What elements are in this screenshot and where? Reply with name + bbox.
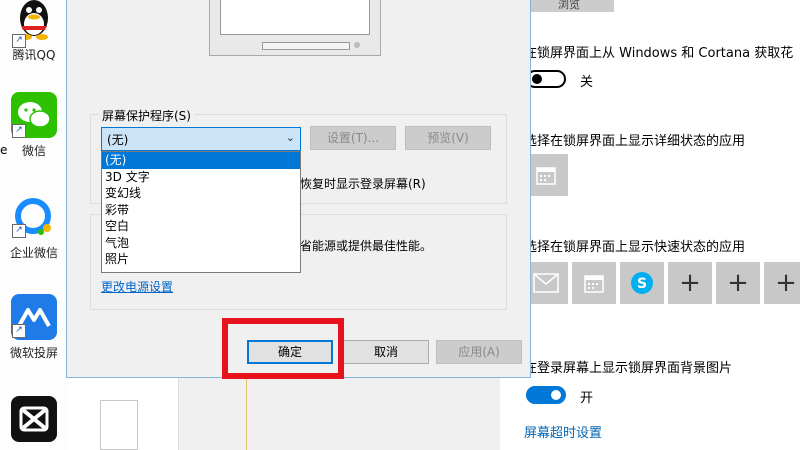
desktop-icon-qq[interactable]: ↗ 腾讯QQ <box>0 0 68 63</box>
fun-facts-state: 关 <box>580 75 594 90</box>
desktop-icon-label: 微软投屏 <box>9 346 58 360</box>
monitor-preview <box>209 0 381 56</box>
add-app-plus-icon[interactable]: + <box>668 262 712 304</box>
detailed-status-label: 选择在锁屏界面上显示详细状态的应用 <box>524 134 746 149</box>
toggle-knob <box>551 390 561 400</box>
shortcut-arrow-icon: ↗ <box>12 224 26 238</box>
cancel-button[interactable]: 取消 <box>343 340 429 364</box>
monitor-led <box>354 42 360 48</box>
screen-saver-group-title: 屏幕保护程序(S) <box>99 107 194 124</box>
signin-background-toggle[interactable] <box>526 386 566 404</box>
chevron-down-icon: ⌄ <box>285 131 295 144</box>
screen-saver-options-list: (无) 3D 文字 变幻线 彩带 空白 气泡 照片 <box>101 151 301 273</box>
add-app-plus-icon[interactable]: + <box>764 262 800 304</box>
screen-timeout-link[interactable]: 屏幕超时设置 <box>524 422 602 441</box>
signin-background-state: 开 <box>580 391 594 406</box>
option-3d-text[interactable]: 3D 文字 <box>102 169 300 186</box>
option-ribbons[interactable]: 彩带 <box>102 202 300 219</box>
shortcut-arrow-icon: ↗ <box>12 34 26 48</box>
screen-saver-select[interactable]: (无) ⌄ <box>101 127 301 151</box>
add-app-plus-icon[interactable]: + <box>716 262 760 304</box>
quick-status-label: 选择在锁屏界面上显示快速状态的应用 <box>524 240 746 255</box>
change-power-settings-link[interactable]: 更改电源设置 <box>101 278 173 295</box>
settings-button[interactable]: 设置(T)... <box>310 126 396 150</box>
option-mystify[interactable]: 变幻线 <box>102 185 300 202</box>
browse-button[interactable]: 浏览 <box>524 0 614 12</box>
svg-text:S: S <box>637 276 647 292</box>
power-description: 省能源或提供最佳性能。 <box>300 239 433 253</box>
desktop-icon-label: 微信 <box>21 144 46 158</box>
fun-facts-label: 在锁屏界面上从 Windows 和 Cortana 获取花 <box>524 46 794 61</box>
skype-icon[interactable]: S <box>620 262 664 304</box>
calendar-quick-icon[interactable] <box>572 262 616 304</box>
fun-facts-toggle[interactable] <box>526 70 566 88</box>
document-icon <box>100 400 138 450</box>
desktop-icon-wechat[interactable]: ↗ 微信 <box>0 92 68 159</box>
desktop-icon-wecom[interactable]: ↗ 企业微信 <box>0 194 68 261</box>
desktop-icon-label: 企业微信 <box>9 246 58 260</box>
option-blank[interactable]: 空白 <box>102 218 300 235</box>
signin-background-label: 在登录屏幕上显示锁屏界面背景图片 <box>524 361 733 376</box>
resume-login-label: 恢复时显示登录屏幕(R) <box>300 177 426 191</box>
shortcut-arrow-icon: ↗ <box>12 324 26 338</box>
preview-screen <box>220 0 370 35</box>
monitor-drive-slot <box>262 42 350 50</box>
capcut-icon <box>11 396 57 442</box>
desktop-icon-label: 腾讯QQ <box>12 48 56 62</box>
option-bubbles[interactable]: 气泡 <box>102 235 300 252</box>
screen-saver-selected-value: (无) <box>107 133 129 147</box>
preview-button[interactable]: 预览(V) <box>405 126 491 150</box>
desktop-icons: ↗ 腾讯QQ ↗ 微信 ↗ 企业微信 ↗ 微软投屏 <box>0 0 68 450</box>
highlight-box <box>222 318 344 379</box>
lock-screen-settings: 浏览 在锁屏界面上从 Windows 和 Cortana 获取花 关 选择在锁屏… <box>500 0 800 450</box>
option-none[interactable]: (无) <box>102 152 300 169</box>
shortcut-arrow-icon: ↗ <box>12 124 26 138</box>
desktop-icon-capcut[interactable] <box>0 396 68 442</box>
option-photos[interactable]: 照片 <box>102 251 300 268</box>
apply-button[interactable]: 应用(A) <box>436 340 522 364</box>
cut-off-label: e <box>0 143 8 157</box>
toggle-knob <box>532 74 542 84</box>
desktop-icon-screen-cast[interactable]: ↗ 微软投屏 <box>0 294 68 361</box>
